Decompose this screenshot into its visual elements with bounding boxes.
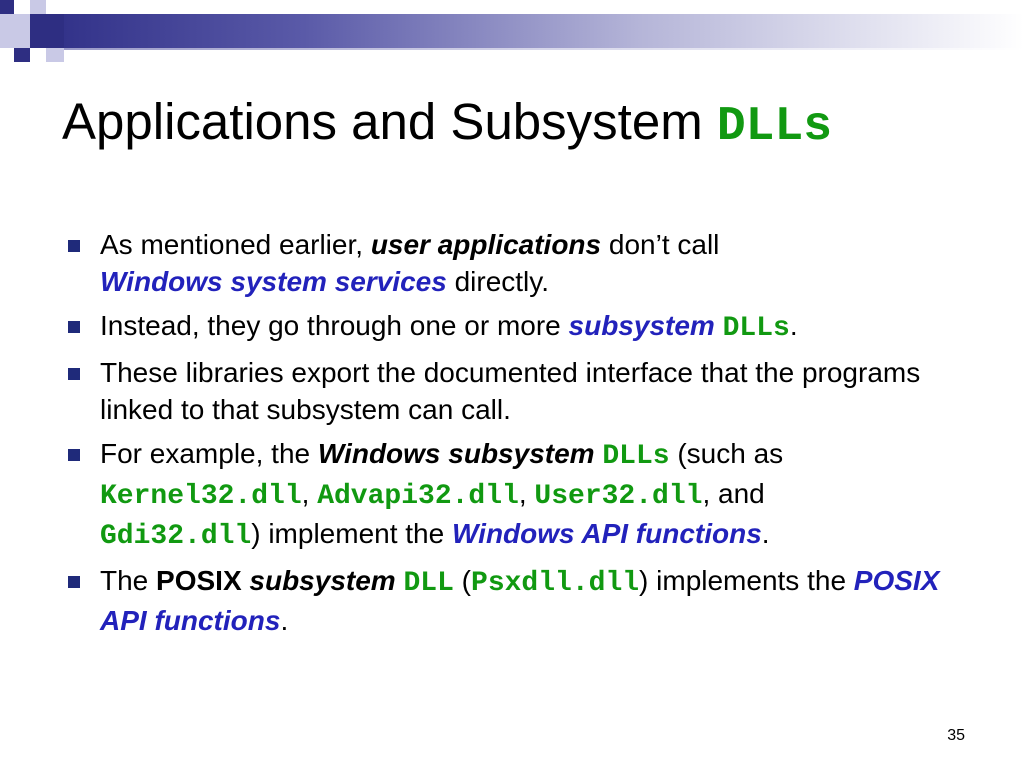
square-bullet-icon bbox=[68, 368, 80, 380]
bullet-text: Instead, they go through one or more bbox=[100, 310, 569, 341]
square-bullet-icon bbox=[68, 449, 80, 461]
decor-square bbox=[30, 14, 64, 48]
bullet-list: As mentioned earlier, user applications … bbox=[64, 226, 964, 646]
decor-square bbox=[0, 14, 30, 48]
bullet-text: The bbox=[100, 565, 157, 596]
decor-square bbox=[14, 48, 30, 62]
decor-square bbox=[30, 0, 46, 14]
decor-square bbox=[46, 48, 64, 62]
code-text: User32.dll bbox=[534, 481, 703, 512]
highlight-text: subsystem bbox=[568, 310, 715, 341]
bullet-text: For example, the bbox=[100, 438, 318, 469]
code-text: Kernel32.dll bbox=[100, 481, 302, 512]
bullet-text: , bbox=[518, 478, 535, 509]
code-text: DLLs bbox=[722, 313, 790, 344]
code-text: DLLs bbox=[602, 441, 670, 472]
bullet-text: directly. bbox=[446, 266, 549, 297]
highlight-text: Windows system services bbox=[100, 266, 447, 297]
emphasis-text: POSIX bbox=[156, 565, 242, 596]
square-bullet-icon bbox=[68, 576, 80, 588]
highlight-text: Windows API functions bbox=[451, 518, 762, 549]
bullet-text: ( bbox=[453, 565, 472, 596]
emphasis-text: subsystem bbox=[249, 565, 396, 596]
code-text: Psxdll.dll bbox=[471, 568, 640, 599]
code-text: Advapi32.dll bbox=[317, 481, 519, 512]
decor-square bbox=[0, 0, 14, 14]
page-number: 35 bbox=[947, 727, 965, 744]
header-gradient-band bbox=[64, 14, 1024, 48]
bullet-text: ) implement the bbox=[251, 518, 452, 549]
bullet-text bbox=[715, 310, 723, 341]
bullet-item: As mentioned earlier, user applications … bbox=[64, 226, 964, 300]
bullet-text: , bbox=[301, 478, 318, 509]
bullet-text: don’t call bbox=[601, 229, 720, 260]
decor-square bbox=[46, 0, 64, 14]
bullet-item: For example, the Windows subsystem DLLs … bbox=[64, 435, 964, 555]
square-bullet-icon bbox=[68, 240, 80, 252]
emphasis-text: user applications bbox=[370, 229, 602, 260]
emphasis-text: Windows subsystem bbox=[317, 438, 595, 469]
title-code: DLLs bbox=[716, 100, 833, 154]
bullet-text: , and bbox=[702, 478, 765, 509]
bullet-item: The POSIX subsystem DLL (Psxdll.dll) imp… bbox=[64, 562, 964, 639]
header-divider-line bbox=[64, 48, 1024, 50]
bullet-text: . bbox=[761, 518, 770, 549]
code-text: DLL bbox=[403, 568, 454, 599]
bullet-text: . bbox=[789, 310, 798, 341]
slide-title: Applications and Subsystem DLLs bbox=[62, 92, 832, 154]
decor-square bbox=[14, 0, 30, 14]
square-bullet-icon bbox=[68, 321, 80, 333]
bullet-item: Instead, they go through one or more sub… bbox=[64, 307, 964, 347]
bullet-text: ) implements the bbox=[639, 565, 854, 596]
code-text: Gdi32.dll bbox=[100, 521, 252, 552]
bullet-text: . bbox=[280, 605, 289, 636]
title-text: Applications and Subsystem bbox=[62, 93, 717, 150]
bullet-item: These libraries export the documented in… bbox=[64, 354, 964, 428]
bullet-text: These libraries export the documented in… bbox=[100, 357, 921, 425]
bullet-text: (such as bbox=[669, 438, 784, 469]
bullet-text: As mentioned earlier, bbox=[100, 229, 371, 260]
